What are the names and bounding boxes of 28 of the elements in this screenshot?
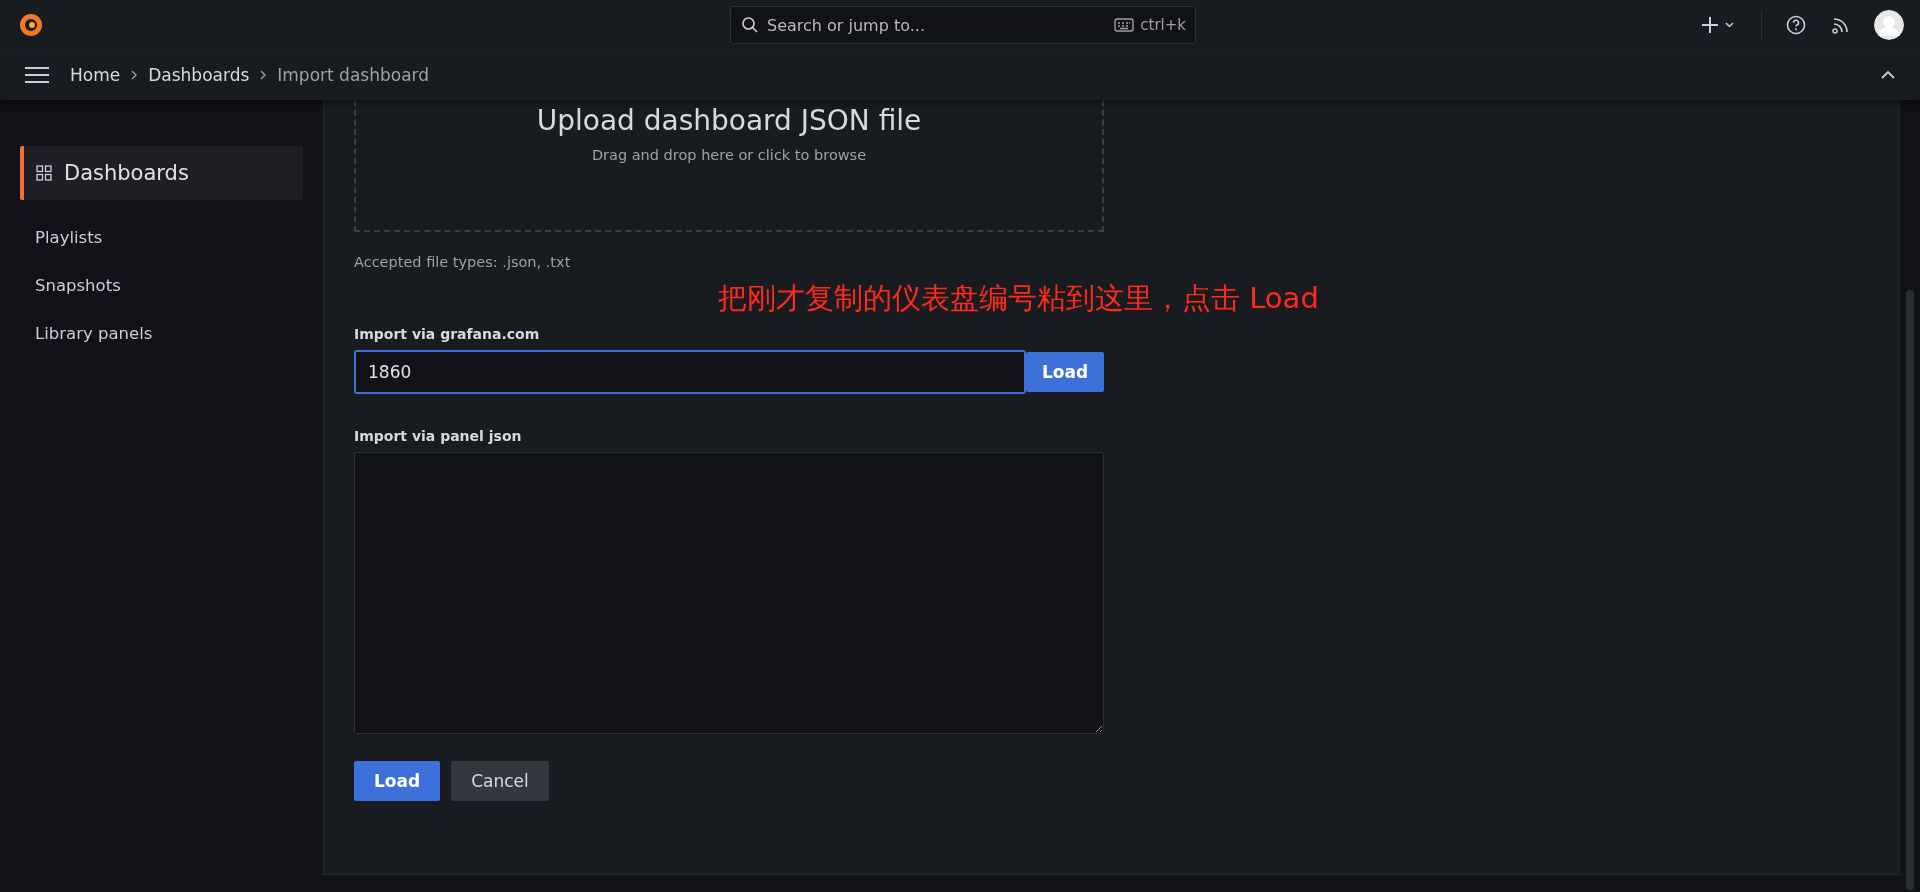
section-title: Dashboards — [64, 161, 189, 185]
upload-title: Upload dashboard JSON file — [536, 104, 922, 137]
cancel-button[interactable]: Cancel — [451, 761, 549, 801]
keyboard-icon — [1114, 18, 1135, 32]
input-field[interactable]: 1860 — [354, 350, 1026, 394]
sidebar-section[interactable]: Dashboards — [20, 146, 303, 200]
breadcrumb-link[interactable]: Home — [70, 65, 121, 85]
menu-icon[interactable] — [22, 64, 52, 86]
avatar-icon[interactable] — [1874, 9, 1904, 40]
chevron-icon — [130, 69, 139, 81]
shortcut-hint: ctrl+k — [1140, 16, 1186, 34]
load-button[interactable]: Load — [1026, 352, 1104, 392]
upload-dropzone[interactable]: Upload dashboard JSON file Drag and drop here or click to browse — [354, 100, 1104, 232]
grid-icon — [36, 165, 52, 181]
sidebar-item[interactable]: Snapshots — [0, 262, 320, 310]
annotation-text: 把刚才复制的仪表盘编号粘到这里，点击 Load — [717, 280, 1320, 317]
sidebar-item[interactable]: Playlists — [0, 214, 320, 262]
accepted-types-text: Accepted file types: .json, .txt — [354, 254, 572, 270]
field-label: Import via panel json — [354, 428, 523, 444]
search-icon — [741, 16, 759, 34]
upload-hint: Drag and drop here or click to browse — [591, 147, 867, 163]
breadcrumb-link[interactable]: Dashboards — [148, 65, 250, 85]
scrollbar-thumb[interactable] — [1906, 290, 1914, 890]
field-label: Import via grafana.com — [354, 326, 541, 342]
breadcrumb-link[interactable]: Import dashboard — [277, 65, 430, 85]
sidebar-item[interactable]: Library panels — [0, 310, 320, 358]
chevron-icon — [259, 69, 268, 81]
load-button[interactable]: Load — [354, 761, 441, 801]
